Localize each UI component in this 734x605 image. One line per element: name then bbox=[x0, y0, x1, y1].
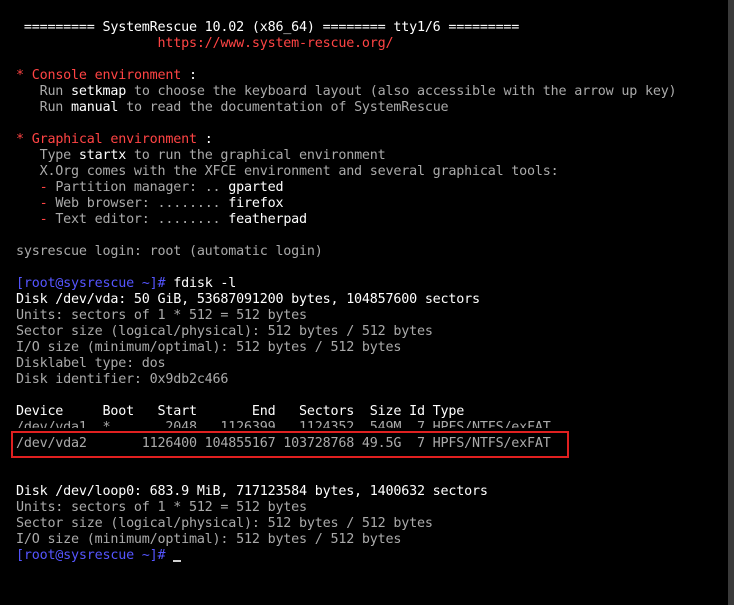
disk-vda-identifier: Disk identifier: 0x9db2c466 bbox=[16, 372, 229, 387]
disk-vda-io-size: I/O size (minimum/optimal): 512 bytes / … bbox=[16, 340, 402, 355]
text-segment: Type bbox=[16, 148, 79, 163]
partition-table-header: Device Boot Start End Sectors Size Id Ty… bbox=[16, 404, 465, 419]
console-env-heading: * Console environment : bbox=[16, 68, 197, 84]
text-segment: Run bbox=[16, 84, 72, 99]
partition-row-vda1: /dev/vda1 * 2048 1126399 1124352 549M 7 … bbox=[16, 420, 551, 428]
tool-value: firefox bbox=[228, 196, 284, 211]
graphical-env-line-1: Type startx to run the graphical environ… bbox=[16, 148, 386, 164]
graphical-env-heading: * Graphical environment : bbox=[16, 132, 213, 148]
tool-item-partition-manager: - Partition manager: .. gparted bbox=[16, 180, 284, 196]
dash-bullet: - bbox=[16, 212, 48, 227]
dash-bullet: - bbox=[16, 196, 48, 211]
terminal-screen[interactable]: ========= SystemRescue 10.02 (x86_64) ==… bbox=[0, 0, 728, 605]
heading-colon: : bbox=[196, 132, 213, 147]
tool-value: featherpad bbox=[228, 212, 307, 227]
command-prompt-line[interactable]: [root@sysrescue ~]# bbox=[16, 548, 182, 564]
bullet-icon: * bbox=[16, 68, 24, 83]
tool-value: gparted bbox=[228, 180, 284, 195]
disk-loop0-io-size: I/O size (minimum/optimal): 512 bytes / … bbox=[16, 532, 402, 547]
disk-vda-units: Units: sectors of 1 * 512 = 512 bytes bbox=[16, 308, 307, 323]
console-env-line-1: Run setkmap to choose the keyboard layou… bbox=[16, 84, 677, 100]
url-line: https://www.system-rescue.org/ bbox=[16, 36, 394, 51]
window-border bbox=[728, 0, 734, 605]
tool-item-text-editor: - Text editor: ........ featherpad bbox=[16, 212, 308, 228]
tool-item-web-browser: - Web browser: ........ firefox bbox=[16, 196, 284, 212]
dash-bullet: - bbox=[16, 180, 48, 195]
disk-loop0-units: Units: sectors of 1 * 512 = 512 bytes bbox=[16, 500, 307, 515]
graphical-env-line-2: X.Org comes with the XFCE environment an… bbox=[16, 164, 559, 179]
highlight-box bbox=[11, 431, 569, 458]
tool-label: Web browser: ........ bbox=[47, 196, 229, 211]
manual-command: manual bbox=[71, 100, 119, 115]
tool-label: Partition manager: .. bbox=[47, 180, 229, 195]
setkmap-command: setkmap bbox=[71, 84, 127, 99]
table-row: /dev/vda1 * 2048 1126399 1124352 549M 7 … bbox=[16, 420, 551, 428]
text-segment: to choose the keyboard layout (also acce… bbox=[126, 84, 677, 99]
heading-colon: : bbox=[181, 68, 197, 83]
disk-vda-label-type: Disklabel type: dos bbox=[16, 356, 166, 371]
startx-command: startx bbox=[78, 148, 127, 163]
disk-loop0-sector-size: Sector size (logical/physical): 512 byte… bbox=[16, 516, 433, 531]
banner-line: ========= SystemRescue 10.02 (x86_64) ==… bbox=[16, 20, 520, 35]
text-segment: to read the documentation of SystemRescu… bbox=[118, 100, 449, 115]
fdisk-command: fdisk -l bbox=[165, 276, 237, 291]
tool-label: Text editor: ........ bbox=[47, 212, 229, 227]
disk-vda-title: Disk /dev/vda: 50 GiB, 53687091200 bytes… bbox=[16, 292, 480, 307]
shell-prompt: [root@sysrescue ~]# bbox=[16, 276, 166, 291]
graphical-env-title: Graphical environment bbox=[23, 132, 197, 147]
text-segment: to run the graphical environment bbox=[126, 148, 386, 163]
shell-prompt: [root@sysrescue ~]# bbox=[16, 548, 166, 563]
bullet-icon: * bbox=[16, 132, 24, 147]
console-env-line-2: Run manual to read the documentation of … bbox=[16, 100, 449, 116]
disk-vda-sector-size: Sector size (logical/physical): 512 byte… bbox=[16, 324, 433, 339]
login-line: sysrescue login: root (automatic login) bbox=[16, 244, 323, 259]
command-line-fdisk: [root@sysrescue ~]# fdisk -l bbox=[16, 276, 236, 292]
console-env-title: Console environment bbox=[23, 68, 182, 83]
text-cursor bbox=[173, 560, 182, 562]
text-segment: Run bbox=[16, 100, 72, 115]
disk-loop0-title: Disk /dev/loop0: 683.9 MiB, 717123584 by… bbox=[16, 484, 488, 499]
